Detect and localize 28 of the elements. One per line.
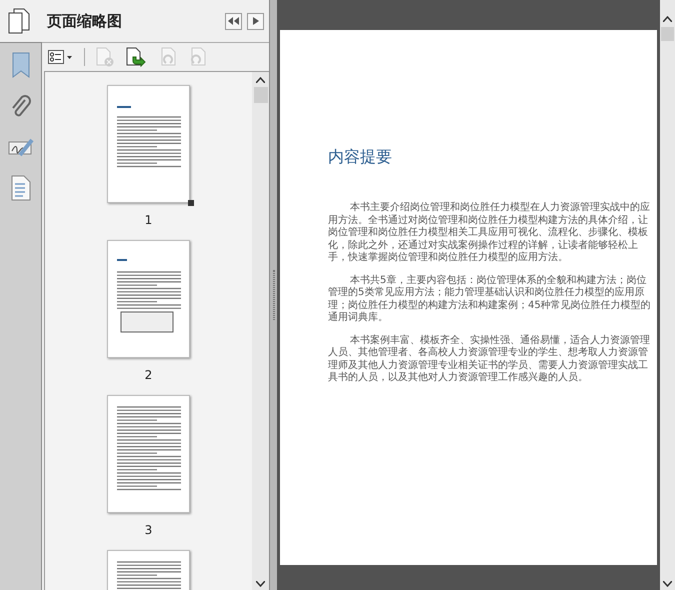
expand-button[interactable] [247, 12, 264, 30]
scrollbar[interactable] [252, 72, 269, 590]
scrollbar-thumb[interactable] [661, 27, 674, 41]
signature-icon[interactable] [8, 137, 34, 159]
page-number: 2 [144, 367, 152, 384]
document-icon[interactable] [10, 175, 30, 201]
page-delete-icon [95, 47, 115, 67]
page-thumbnail[interactable] [106, 240, 190, 359]
page-heading: 内容提要 [328, 146, 393, 168]
scrollbar[interactable] [660, 0, 675, 590]
page-insert-button[interactable] [125, 47, 147, 67]
page-number: 3 [144, 522, 152, 539]
pages-icon[interactable] [6, 7, 32, 35]
options-menu-button[interactable] [48, 50, 74, 64]
body-paragraph: 本书主要介绍岗位管理和岗位胜任力模型在人力资源管理实战中的应用方法。全书通过对岗位管理和岗位胜任力模型构建方法的具体介绍，让岗位管理和岗位胜任力模型相关工具应用可视化、流程化、步骤化、模板化，除此之外，还通过对实战案例操作过程的详解，让读者能够轻松上手，快速掌握岗位管理和岗位胜任力模型的应用方法。 [328, 202, 651, 264]
body-paragraph: 本书案例丰富、模板齐全、实操性强、通俗易懂，适合人力资源管理人员、其他管理者、各高校人力资源管理专业的学生、想考取人力资源管理师及其他人力资源管理专业相关证书的学员、需要人力资源管理实战工具书的人员，以及其他对人力资源管理工作感兴趣的人员。 [328, 334, 651, 384]
resize-handle[interactable] [188, 200, 194, 206]
double-left-arrow-icon [228, 17, 239, 25]
page-insert-icon [125, 47, 147, 67]
panel-title: 页面缩略图 [47, 10, 122, 32]
right-arrow-icon [252, 17, 258, 25]
page-number: 1 [144, 212, 152, 229]
page-thumbnail[interactable] [106, 395, 190, 514]
body-paragraph: 本书共5章，主要内容包括：岗位管理体系的全貌和构建方法；岗位管理的5类常见应用方法；能力管理基础认识和岗位胜任力模型的应用原理；岗位胜任力模型的构建方法和构建案例；45种常见岗位胜任力模型的通用词典库。 [328, 274, 652, 324]
page-thumbnail[interactable] [106, 85, 190, 204]
scrollbar-thumb[interactable] [254, 87, 268, 103]
collapse-button[interactable] [225, 12, 242, 30]
options-menu-icon [48, 50, 74, 64]
